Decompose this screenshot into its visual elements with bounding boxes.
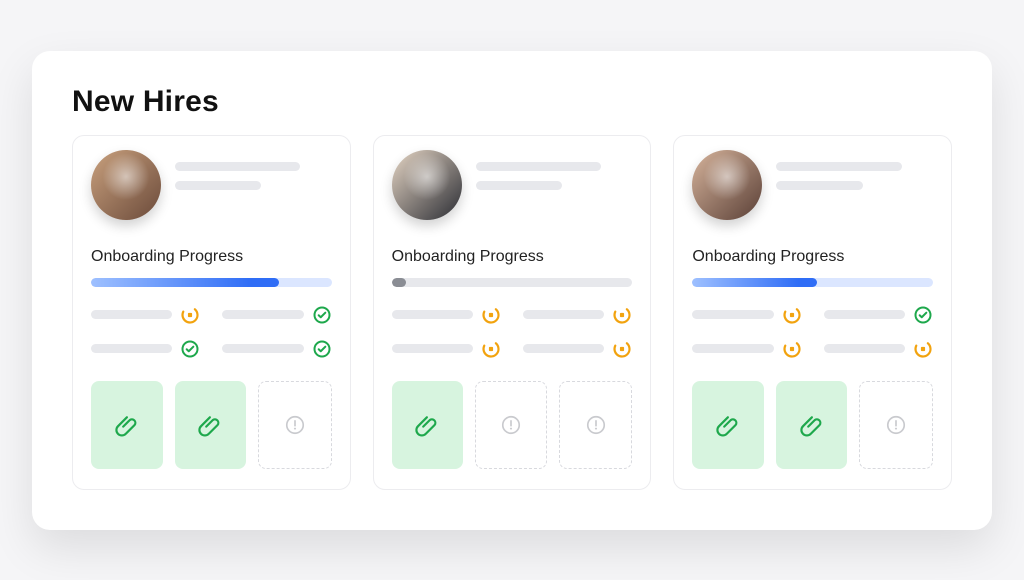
check-circle-icon bbox=[312, 339, 332, 359]
placeholder-line bbox=[476, 162, 601, 171]
pending-icon bbox=[612, 305, 632, 325]
pending-icon bbox=[612, 339, 632, 359]
check-circle-icon bbox=[180, 339, 200, 359]
task-item bbox=[91, 305, 200, 325]
alert-circle-icon bbox=[585, 414, 607, 436]
task-item bbox=[692, 339, 801, 359]
onboarding-progress-label: Onboarding Progress bbox=[91, 248, 332, 266]
name-placeholder-lines bbox=[175, 154, 332, 190]
task-grid bbox=[91, 305, 332, 359]
task-item bbox=[222, 305, 331, 325]
attachment-slot-empty[interactable] bbox=[859, 381, 933, 469]
attachment-slot-empty[interactable] bbox=[559, 381, 632, 469]
task-item bbox=[523, 339, 632, 359]
pending-icon bbox=[481, 305, 501, 325]
name-placeholder-lines bbox=[776, 154, 933, 190]
task-item bbox=[392, 339, 501, 359]
paperclip-icon bbox=[197, 412, 223, 438]
attachment-slot[interactable] bbox=[392, 381, 463, 469]
placeholder-line bbox=[476, 181, 562, 190]
task-grid bbox=[392, 305, 633, 359]
attachment-slot-empty[interactable] bbox=[258, 381, 332, 469]
card-header bbox=[392, 154, 633, 226]
alert-circle-icon bbox=[885, 414, 907, 436]
placeholder-line bbox=[776, 181, 862, 190]
attachment-slot[interactable] bbox=[175, 381, 247, 469]
task-item bbox=[824, 305, 933, 325]
hire-card[interactable]: Onboarding Progress bbox=[72, 135, 351, 490]
placeholder-line bbox=[776, 162, 901, 171]
task-item bbox=[523, 305, 632, 325]
task-item bbox=[692, 305, 801, 325]
attachment-slot[interactable] bbox=[91, 381, 163, 469]
onboarding-progress-label: Onboarding Progress bbox=[392, 248, 633, 266]
task-item bbox=[392, 305, 501, 325]
pending-icon bbox=[782, 339, 802, 359]
attachment-slot-empty[interactable] bbox=[475, 381, 548, 469]
check-circle-icon bbox=[913, 305, 933, 325]
placeholder-line bbox=[392, 344, 473, 353]
placeholder-line bbox=[222, 344, 303, 353]
card-header bbox=[91, 154, 332, 226]
attachment-slot[interactable] bbox=[776, 381, 848, 469]
placeholder-line bbox=[692, 344, 773, 353]
placeholder-line bbox=[175, 162, 300, 171]
placeholder-line bbox=[824, 344, 905, 353]
progress-fill bbox=[692, 278, 817, 287]
placeholder-line bbox=[523, 310, 604, 319]
check-circle-icon bbox=[312, 305, 332, 325]
paperclip-icon bbox=[114, 412, 140, 438]
avatar[interactable] bbox=[692, 150, 762, 220]
paperclip-icon bbox=[414, 412, 440, 438]
name-placeholder-lines bbox=[476, 154, 633, 190]
hire-card[interactable]: Onboarding Progress bbox=[673, 135, 952, 490]
page-title: New Hires bbox=[72, 85, 952, 119]
task-item bbox=[91, 339, 200, 359]
progress-bar bbox=[91, 278, 332, 287]
hire-cards-row: Onboarding Progress bbox=[72, 135, 952, 490]
placeholder-line bbox=[523, 344, 604, 353]
progress-fill bbox=[91, 278, 279, 287]
placeholder-line bbox=[91, 310, 172, 319]
placeholder-line bbox=[392, 310, 473, 319]
attachments-row bbox=[392, 381, 633, 469]
paperclip-icon bbox=[799, 412, 825, 438]
avatar[interactable] bbox=[392, 150, 462, 220]
attachment-slot[interactable] bbox=[692, 381, 764, 469]
attachments-row bbox=[91, 381, 332, 469]
progress-fill bbox=[392, 278, 406, 287]
new-hires-panel: New Hires Onboarding Progress bbox=[32, 51, 992, 530]
onboarding-progress-label: Onboarding Progress bbox=[692, 248, 933, 266]
placeholder-line bbox=[175, 181, 261, 190]
card-header bbox=[692, 154, 933, 226]
alert-circle-icon bbox=[500, 414, 522, 436]
placeholder-line bbox=[222, 310, 303, 319]
pending-icon bbox=[913, 339, 933, 359]
pending-icon bbox=[481, 339, 501, 359]
progress-bar bbox=[392, 278, 633, 287]
task-item bbox=[824, 339, 933, 359]
placeholder-line bbox=[692, 310, 773, 319]
alert-circle-icon bbox=[284, 414, 306, 436]
placeholder-line bbox=[824, 310, 905, 319]
pending-icon bbox=[782, 305, 802, 325]
task-item bbox=[222, 339, 331, 359]
task-grid bbox=[692, 305, 933, 359]
avatar[interactable] bbox=[91, 150, 161, 220]
pending-icon bbox=[180, 305, 200, 325]
paperclip-icon bbox=[715, 412, 741, 438]
progress-bar bbox=[692, 278, 933, 287]
hire-card[interactable]: Onboarding Progress bbox=[373, 135, 652, 490]
attachments-row bbox=[692, 381, 933, 469]
placeholder-line bbox=[91, 344, 172, 353]
